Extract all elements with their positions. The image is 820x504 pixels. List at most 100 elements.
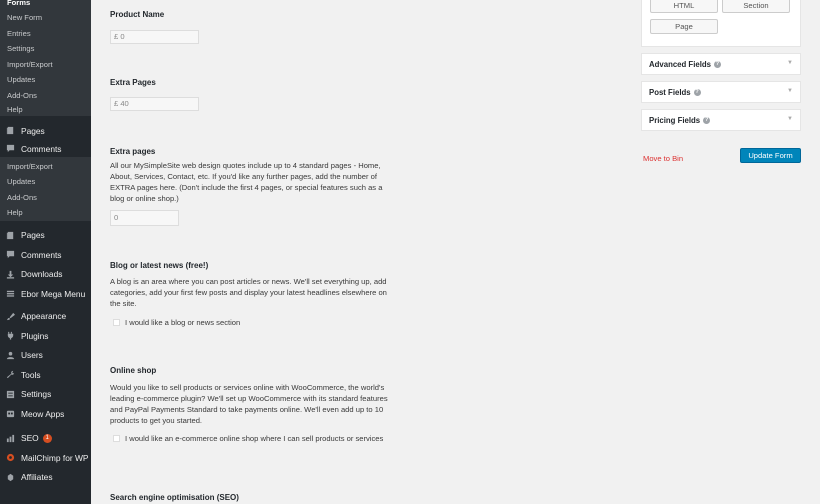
shop-checkbox[interactable] bbox=[113, 435, 120, 442]
sidebar-item-comments[interactable]: Comments bbox=[0, 245, 91, 265]
sidebar-item-tools[interactable]: Tools bbox=[0, 365, 91, 385]
move-to-bin-link[interactable]: Move to Bin bbox=[643, 154, 683, 163]
section-field-button[interactable]: Section bbox=[722, 0, 790, 13]
field-label: Extra Pages bbox=[110, 78, 156, 87]
field-online-shop[interactable]: Online shop Would you like to sell produ… bbox=[110, 366, 395, 444]
help-icon[interactable]: ? bbox=[693, 88, 701, 96]
menu-icon bbox=[6, 289, 15, 298]
sidebar-item-seo[interactable]: SEO 1 bbox=[0, 429, 91, 449]
sidebar-item-pages[interactable]: Pages bbox=[0, 226, 91, 246]
extra-pages-price-input[interactable]: £ 40 bbox=[110, 97, 199, 111]
tools-icon bbox=[6, 370, 15, 379]
sidebar-item-label: Tools bbox=[21, 369, 41, 380]
post-fields-accordion[interactable]: Post Fields ? ▼ bbox=[641, 81, 801, 103]
submenu-import-export[interactable]: Import/Export bbox=[0, 57, 91, 73]
appearance-icon bbox=[6, 312, 15, 321]
chevron-down-icon: ▼ bbox=[787, 60, 793, 66]
sidebar-item-label: SEO bbox=[21, 433, 39, 444]
field-extra-pages-price[interactable]: Extra Pages £ 40 bbox=[110, 78, 395, 111]
sidebar-item-label: Appearance bbox=[21, 311, 67, 322]
field-product-name[interactable]: Product Name £ 0 bbox=[110, 10, 395, 44]
plugins-icon bbox=[6, 331, 15, 340]
checkbox-label: I would like an e-commerce online shop w… bbox=[125, 434, 384, 443]
flyout-item-comments[interactable]: Comments bbox=[0, 141, 91, 157]
chevron-down-icon: ▼ bbox=[787, 88, 793, 94]
sidebar-item-settings[interactable]: Settings bbox=[0, 385, 91, 405]
help-icon[interactable]: ? bbox=[713, 60, 721, 68]
chevron-down-icon: ▼ bbox=[787, 116, 793, 122]
submenu-header[interactable]: Forms bbox=[0, 0, 91, 10]
submenu-add-ons[interactable]: Add-Ons bbox=[0, 190, 91, 206]
seo-notification-badge: 1 bbox=[42, 433, 52, 443]
field-description: Would you like to sell products or servi… bbox=[110, 383, 388, 425]
accordion-label: Advanced Fields bbox=[649, 59, 711, 69]
sidebar-item-meow-apps[interactable]: Meow Apps bbox=[0, 404, 91, 424]
submenu-add-ons[interactable]: Add-Ons bbox=[0, 88, 91, 104]
forms-submenu: Forms New Form Entries Settings Import/E… bbox=[0, 0, 91, 116]
sidebar-item-label: MailChimp for WP bbox=[21, 452, 89, 463]
accordion-label: Post Fields bbox=[649, 87, 691, 97]
sidebar-item-label: Ebor Mega Menu bbox=[21, 288, 86, 299]
flyout-item-pages[interactable]: Pages bbox=[0, 121, 91, 141]
sidebar-item-mailchimp[interactable]: MailChimp for WP bbox=[0, 448, 91, 468]
form-editor-main: Product Name £ 0 Extra Pages £ 40 Extra … bbox=[91, 0, 636, 504]
submenu-help[interactable]: Help bbox=[0, 103, 91, 116]
shop-checkbox-row[interactable]: I would like an e-commerce online shop w… bbox=[110, 433, 395, 444]
submenu-settings[interactable]: Settings bbox=[0, 41, 91, 57]
field-extra-pages[interactable]: Extra pages All our MySimpleSite web des… bbox=[110, 147, 395, 226]
extra-pages-input[interactable]: 0 bbox=[110, 210, 179, 226]
sidebar-item-label: Users bbox=[21, 350, 43, 361]
help-icon[interactable]: ? bbox=[703, 116, 711, 124]
sidebar-item-label: Plugins bbox=[21, 330, 49, 341]
pricing-fields-accordion[interactable]: Pricing Fields ? ▼ bbox=[641, 109, 801, 131]
pages-icon bbox=[6, 126, 15, 135]
sidebar-item-label: Meow Apps bbox=[21, 408, 65, 419]
product-name-input[interactable]: £ 0 bbox=[110, 30, 199, 44]
submenu-new-form[interactable]: New Form bbox=[0, 10, 91, 26]
sidebar-item-downloads[interactable]: Downloads bbox=[0, 265, 91, 285]
field-label: Extra pages bbox=[110, 147, 156, 156]
field-label: Product Name bbox=[110, 10, 165, 19]
downloads-icon bbox=[6, 270, 15, 279]
sidebar-item-ebor-mega-menu[interactable]: Ebor Mega Menu bbox=[0, 284, 91, 304]
meow-apps-icon bbox=[6, 409, 15, 418]
flyout-item-label: Comments bbox=[21, 143, 62, 154]
sidebar-item-label: Affiliates bbox=[21, 472, 53, 483]
sidebar-item-affiliates[interactable]: Affiliates bbox=[0, 468, 91, 488]
advanced-fields-accordion[interactable]: Advanced Fields ? ▼ bbox=[641, 53, 801, 75]
submenu-help[interactable]: Help bbox=[0, 205, 91, 221]
sidebar-item-users[interactable]: Users bbox=[0, 346, 91, 366]
field-description: A blog is an area where you can post art… bbox=[110, 277, 387, 308]
submenu-updates[interactable]: Updates bbox=[0, 72, 91, 88]
forms-submenu-partial: Import/Export Updates Add-Ons Help bbox=[0, 156, 91, 221]
sidebar-item-label: Pages bbox=[21, 230, 45, 241]
sidebar-item-label: Settings bbox=[21, 389, 52, 400]
sidebar-item-plugins[interactable]: Plugins bbox=[0, 326, 91, 346]
submenu-entries[interactable]: Entries bbox=[0, 26, 91, 42]
update-form-button[interactable]: Update Form bbox=[740, 148, 801, 163]
page-field-button[interactable]: Page bbox=[650, 19, 718, 34]
field-label: Search engine optimisation (SEO) bbox=[110, 493, 239, 502]
blog-checkbox-row[interactable]: I would like a blog or news section bbox=[110, 317, 395, 328]
sidebar-item-label: Comments bbox=[21, 249, 62, 260]
sidebar-item-appearance[interactable]: Appearance bbox=[0, 307, 91, 327]
users-icon bbox=[6, 351, 15, 360]
submenu-updates[interactable]: Updates bbox=[0, 174, 91, 190]
standard-fields-box: HTML Section Page bbox=[641, 0, 801, 47]
checkbox-label: I would like a blog or news section bbox=[125, 318, 241, 327]
field-blog[interactable]: Blog or latest news (free!) A blog is an… bbox=[110, 261, 395, 328]
field-seo[interactable]: Search engine optimisation (SEO) bbox=[110, 493, 395, 502]
sidebar-item-label: Downloads bbox=[21, 269, 63, 280]
field-description: All our MySimpleSite web design quotes i… bbox=[110, 161, 383, 203]
admin-sidebar: Forms New Form Entries Settings Import/E… bbox=[0, 0, 91, 504]
html-field-button[interactable]: HTML bbox=[650, 0, 718, 13]
submenu-import-export[interactable]: Import/Export bbox=[0, 159, 91, 175]
blog-checkbox[interactable] bbox=[113, 319, 120, 326]
field-label: Blog or latest news (free!) bbox=[110, 261, 209, 270]
settings-icon bbox=[6, 390, 15, 399]
comments-icon bbox=[6, 144, 15, 153]
comments-icon bbox=[6, 250, 15, 259]
field-label: Online shop bbox=[110, 366, 157, 375]
affiliates-icon bbox=[6, 473, 15, 482]
accordion-label: Pricing Fields bbox=[649, 115, 701, 125]
